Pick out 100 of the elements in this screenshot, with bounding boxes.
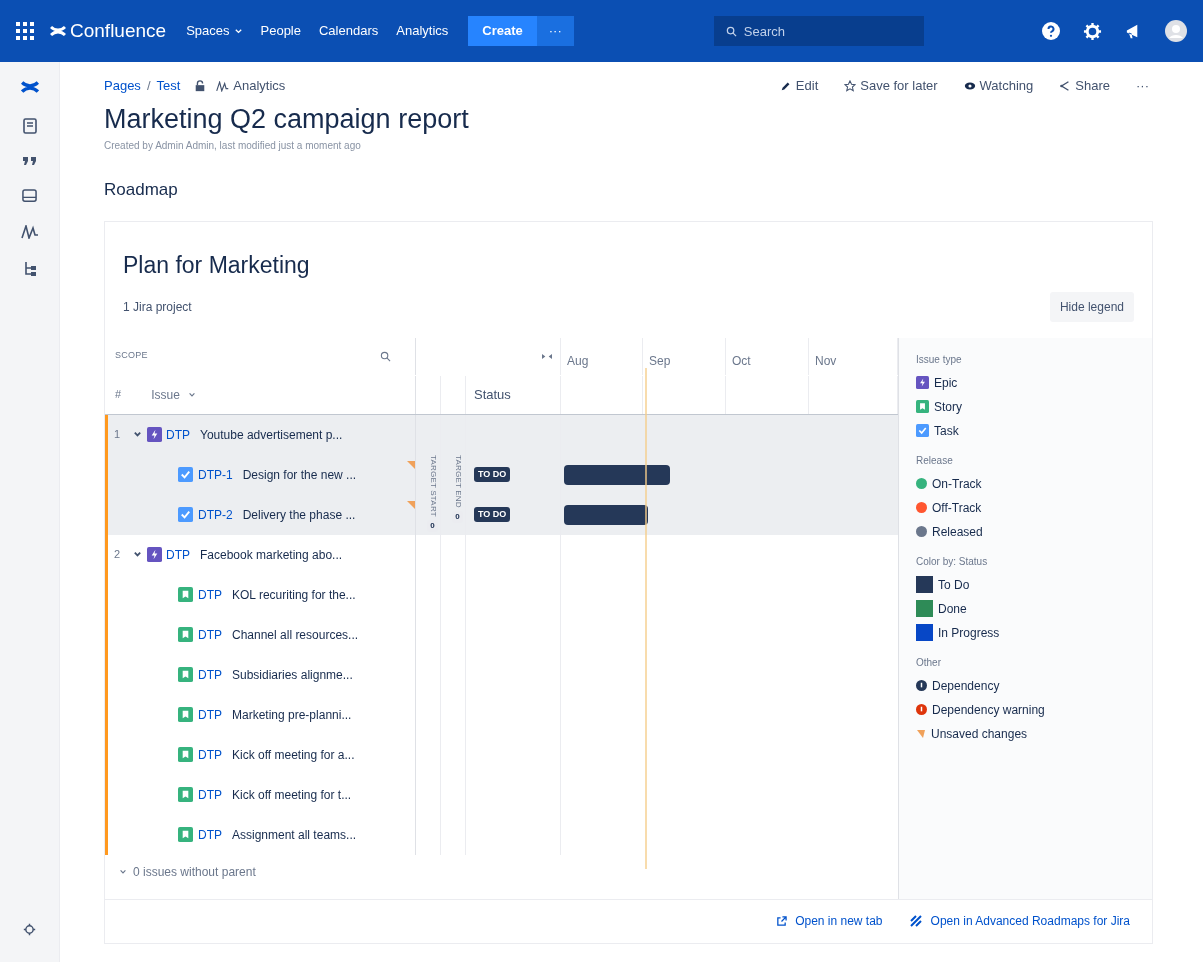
legend-label: Dependency bbox=[932, 677, 1000, 695]
create-button[interactable]: Create bbox=[468, 16, 537, 46]
search-icon bbox=[725, 25, 737, 37]
section-heading: Roadmap bbox=[104, 179, 179, 201]
issue-key[interactable]: DTP-1 bbox=[198, 465, 233, 484]
chevron-down-icon bbox=[119, 867, 127, 876]
month-label: Nov bbox=[815, 353, 837, 368]
roadmap-title: Plan for Marketing bbox=[123, 250, 311, 280]
column-header: Status bbox=[474, 385, 511, 404]
search-icon bbox=[380, 350, 391, 362]
row-number: 1 bbox=[114, 427, 122, 443]
issue-summary: Youtube advertisement p... bbox=[200, 426, 343, 444]
legend-label: Off-Track bbox=[932, 499, 982, 517]
hide-legend-button[interactable]: Hide legend bbox=[1049, 292, 1134, 322]
status-lozenge: TO DO bbox=[474, 506, 511, 523]
footer-link[interactable]: Open in new tab bbox=[776, 912, 883, 930]
legend-label: To Do bbox=[938, 576, 970, 594]
page-action-button[interactable]: ··· bbox=[1136, 76, 1149, 96]
page-action-button[interactable]: Share bbox=[1059, 76, 1110, 96]
scope-label: SCOPE bbox=[115, 349, 148, 363]
page-byline: Created by Admin Admin, last modified just a moment ago bbox=[104, 139, 362, 153]
bookmark-icon bbox=[178, 627, 193, 642]
checkbox-icon bbox=[178, 467, 193, 482]
lightning-icon bbox=[147, 547, 162, 562]
issue-key[interactable]: DTP bbox=[198, 705, 222, 724]
legend-label: Unsaved changes bbox=[931, 725, 1028, 743]
issue-column-header[interactable]: Issue bbox=[151, 385, 196, 404]
target-start-label: TARGET START bbox=[427, 454, 439, 517]
page-action-button[interactable]: Save for later bbox=[844, 76, 938, 96]
calendar-icon bbox=[22, 188, 37, 203]
issue-key[interactable]: DTP bbox=[198, 665, 222, 684]
issue-key[interactable]: DTP bbox=[198, 745, 222, 764]
footer-link[interactable]: Open in Advanced Roadmaps for Jira bbox=[908, 912, 1130, 930]
legend-label: Dependency warning bbox=[932, 701, 1045, 719]
legend-label: On-Track bbox=[932, 475, 982, 493]
timeline-bar[interactable] bbox=[564, 504, 648, 525]
group-row[interactable]: 1 DTP Youtube advertisement p... bbox=[105, 414, 898, 455]
issue-summary: Kick off meeting for t... bbox=[232, 786, 352, 804]
page-action-button[interactable]: Watching bbox=[963, 76, 1034, 96]
confluence-logo-icon bbox=[20, 78, 39, 96]
nav-link[interactable]: Analytics bbox=[396, 21, 449, 41]
legend-label: Done bbox=[938, 600, 967, 618]
analytics-link[interactable]: Analytics bbox=[216, 76, 286, 96]
search-field[interactable]: Search bbox=[713, 16, 924, 46]
issue-key[interactable]: DTP bbox=[198, 825, 222, 844]
unsaved-change-icon bbox=[917, 729, 925, 738]
legend-heading: Color by: Status bbox=[916, 554, 989, 569]
issue-summary: Subsidiaries alignme... bbox=[232, 666, 353, 684]
issue-summary: Design for the new ... bbox=[242, 466, 357, 484]
roadmap-logo-icon bbox=[908, 914, 923, 928]
external-link-icon bbox=[776, 915, 788, 927]
legend-label: Epic bbox=[934, 374, 958, 392]
product-name[interactable]: Confluence bbox=[70, 16, 167, 46]
issue-key[interactable]: DTP bbox=[198, 585, 222, 604]
checkbox-icon bbox=[178, 507, 193, 522]
more-button[interactable]: ··· bbox=[536, 16, 574, 46]
bookmark-icon bbox=[178, 747, 193, 762]
issue-key[interactable]: DTP bbox=[166, 425, 190, 444]
checkbox-icon bbox=[916, 424, 929, 437]
issue-key[interactable]: DTP bbox=[166, 545, 190, 564]
issue-summary: Kick off meeting for a... bbox=[232, 746, 355, 764]
nav-link[interactable]: Calendars bbox=[319, 21, 379, 41]
nav-link[interactable]: Spaces bbox=[186, 21, 243, 41]
analytics-icon bbox=[20, 225, 39, 239]
dependency-icon bbox=[916, 680, 927, 691]
issue-summary: KOL recuriting for the... bbox=[232, 586, 356, 604]
chevron-down-icon bbox=[187, 390, 196, 399]
status-lozenge: TO DO bbox=[474, 466, 511, 483]
breadcrumb-link[interactable]: Pages bbox=[104, 76, 141, 96]
issues-without-parent: 0 issues without parent bbox=[133, 863, 256, 881]
issue-key[interactable]: DTP bbox=[198, 785, 222, 804]
issue-summary: Assignment all teams... bbox=[232, 826, 357, 844]
column-header: # bbox=[115, 387, 122, 403]
breadcrumb-link[interactable]: Test bbox=[156, 76, 181, 96]
nav-link[interactable]: People bbox=[260, 21, 301, 41]
issue-summary: Facebook marketing abo... bbox=[200, 546, 343, 564]
month-label: Sep bbox=[649, 353, 671, 368]
chevron-down-icon[interactable] bbox=[133, 550, 142, 559]
help-icon bbox=[1041, 21, 1061, 41]
page-action-button[interactable]: Edit bbox=[779, 76, 819, 96]
legend-heading: Issue type bbox=[916, 352, 963, 367]
issue-summary: Delivery the phase ... bbox=[242, 506, 356, 524]
chevron-down-icon[interactable] bbox=[133, 430, 142, 439]
legend-heading: Release bbox=[916, 453, 954, 468]
warning-icon bbox=[916, 704, 927, 715]
expand-columns-icon bbox=[542, 353, 552, 359]
confluence-logo-icon bbox=[50, 23, 66, 39]
analytics-icon bbox=[216, 80, 230, 92]
issue-key[interactable]: DTP-2 bbox=[198, 505, 233, 524]
month-label: Aug bbox=[567, 353, 589, 368]
eye-icon bbox=[963, 80, 976, 92]
lightning-icon bbox=[916, 376, 929, 389]
issue-key[interactable]: DTP bbox=[198, 625, 222, 644]
timeline-bar[interactable] bbox=[564, 464, 670, 485]
page-icon bbox=[22, 118, 37, 134]
project-count: 1 Jira project bbox=[123, 299, 192, 316]
month-label: Oct bbox=[732, 353, 751, 368]
issue-summary: Channel all resources... bbox=[232, 626, 359, 644]
legend-label: In Progress bbox=[938, 624, 1000, 642]
star-icon bbox=[844, 80, 857, 92]
